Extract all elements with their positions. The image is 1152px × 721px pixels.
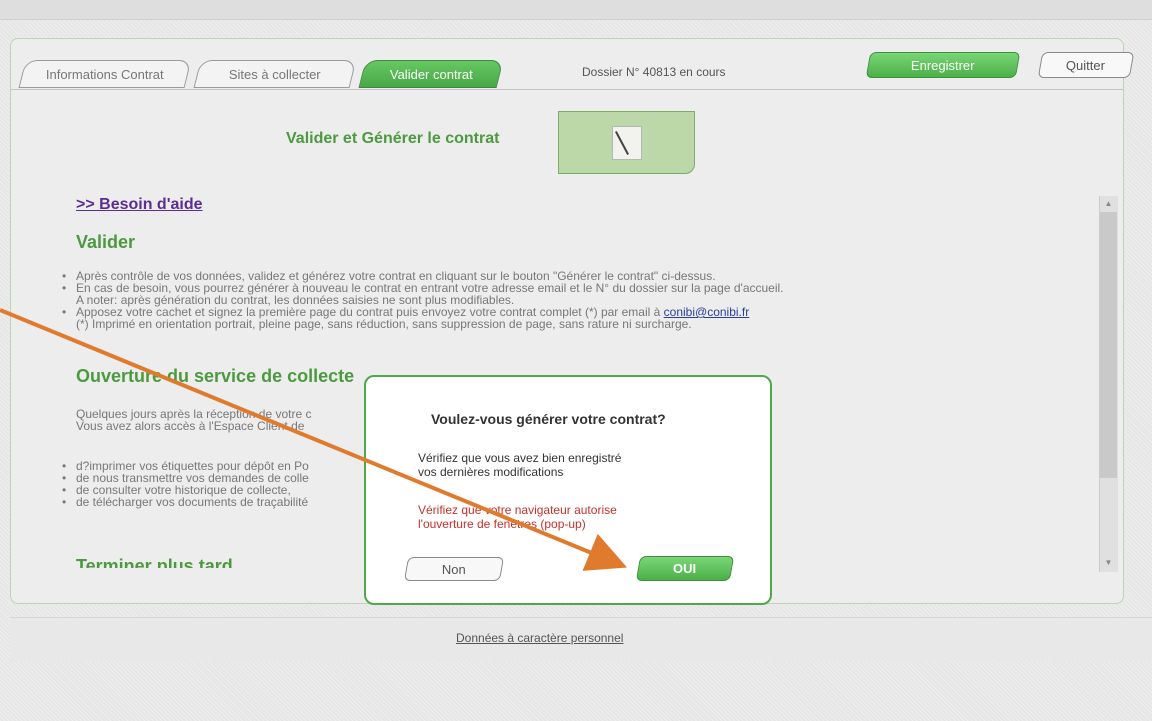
dialog-text-line: Vérifiez que vous avez bien enregistré — [418, 451, 622, 465]
list-item: de télécharger vos documents de traçabil… — [62, 496, 309, 508]
list-item: Apposez votre cachet et signez la premiè… — [62, 306, 1072, 318]
section-title-valider: Valider — [76, 232, 136, 252]
dialog-popup-warning: Vérifiez que votre navigateur autorise l… — [418, 503, 738, 531]
yes-button-label: OUI — [673, 561, 697, 576]
list-note: (*) Imprimé en orientation portrait, ple… — [76, 317, 692, 331]
scrollbar-thumb[interactable] — [1100, 212, 1117, 478]
document-pen-icon — [611, 125, 642, 160]
tab-label: Valider contrat — [389, 66, 473, 82]
ouverture-list: d?imprimer vos étiquettes pour dépôt en … — [62, 460, 309, 508]
tab-label: Informations Contrat — [46, 66, 164, 82]
section-title-terminer: Terminer plus tard — [76, 556, 233, 568]
list-item-text: Apposez votre cachet et signez la premiè… — [76, 305, 661, 319]
quit-button-label: Quitter — [1066, 57, 1106, 73]
page-title: Valider et Générer le contrat — [286, 130, 500, 147]
dialog-title: Voulez-vous générer votre contrat? — [431, 411, 666, 427]
quit-button[interactable]: Quitter — [1037, 52, 1135, 78]
scroll-down-arrow-icon[interactable]: ▼ — [1100, 556, 1117, 570]
no-button-label: Non — [442, 561, 466, 577]
valider-instructions: Après contrôle de vos données, validez e… — [62, 270, 1072, 330]
dialog-save-reminder: Vérifiez que vous avez bien enregistré v… — [418, 451, 738, 479]
tab-content-divider — [10, 89, 1124, 90]
confirm-dialog: Voulez-vous générer votre contrat? Vérif… — [364, 375, 772, 605]
dialog-text-line: Vérifiez que votre navigateur autorise — [418, 503, 617, 517]
dossier-status: Dossier N° 40813 en cours — [582, 65, 726, 79]
ouverture-paragraph: Quelques jours après la réception de vot… — [76, 408, 311, 432]
tab-label: Sites à collecter — [229, 66, 321, 82]
tab-valider-contrat[interactable]: Valider contrat — [358, 60, 504, 88]
tab-sites-a-collecter[interactable]: Sites à collecter — [193, 60, 357, 88]
email-link[interactable]: conibi@conibi.fr — [664, 305, 750, 319]
save-button[interactable]: Enregistrer — [865, 52, 1021, 78]
dialog-text-line: vos dernières modifications — [418, 465, 564, 479]
scroll-up-arrow-icon[interactable]: ▲ — [1100, 197, 1117, 211]
tab-informations-contrat[interactable]: Informations Contrat — [18, 60, 192, 88]
help-link[interactable]: >> Besoin d'aide — [76, 196, 203, 214]
no-button[interactable]: Non — [403, 557, 505, 581]
personal-data-link[interactable]: Données à caractère personnel — [456, 631, 623, 645]
dialog-text-line: l'ouverture de fenêtres (pop-up) — [418, 517, 586, 531]
generate-contract-button[interactable] — [558, 111, 695, 174]
section-title-ouverture: Ouverture du service de collecte — [76, 366, 355, 386]
yes-button[interactable]: OUI — [635, 556, 735, 581]
paragraph-line: Vous avez alors accès à l'Espace Client … — [76, 419, 305, 433]
save-button-label: Enregistrer — [911, 57, 975, 73]
browser-top-strip — [0, 0, 1152, 20]
list-item: En cas de besoin, vous pourrez générer à… — [62, 282, 1072, 294]
